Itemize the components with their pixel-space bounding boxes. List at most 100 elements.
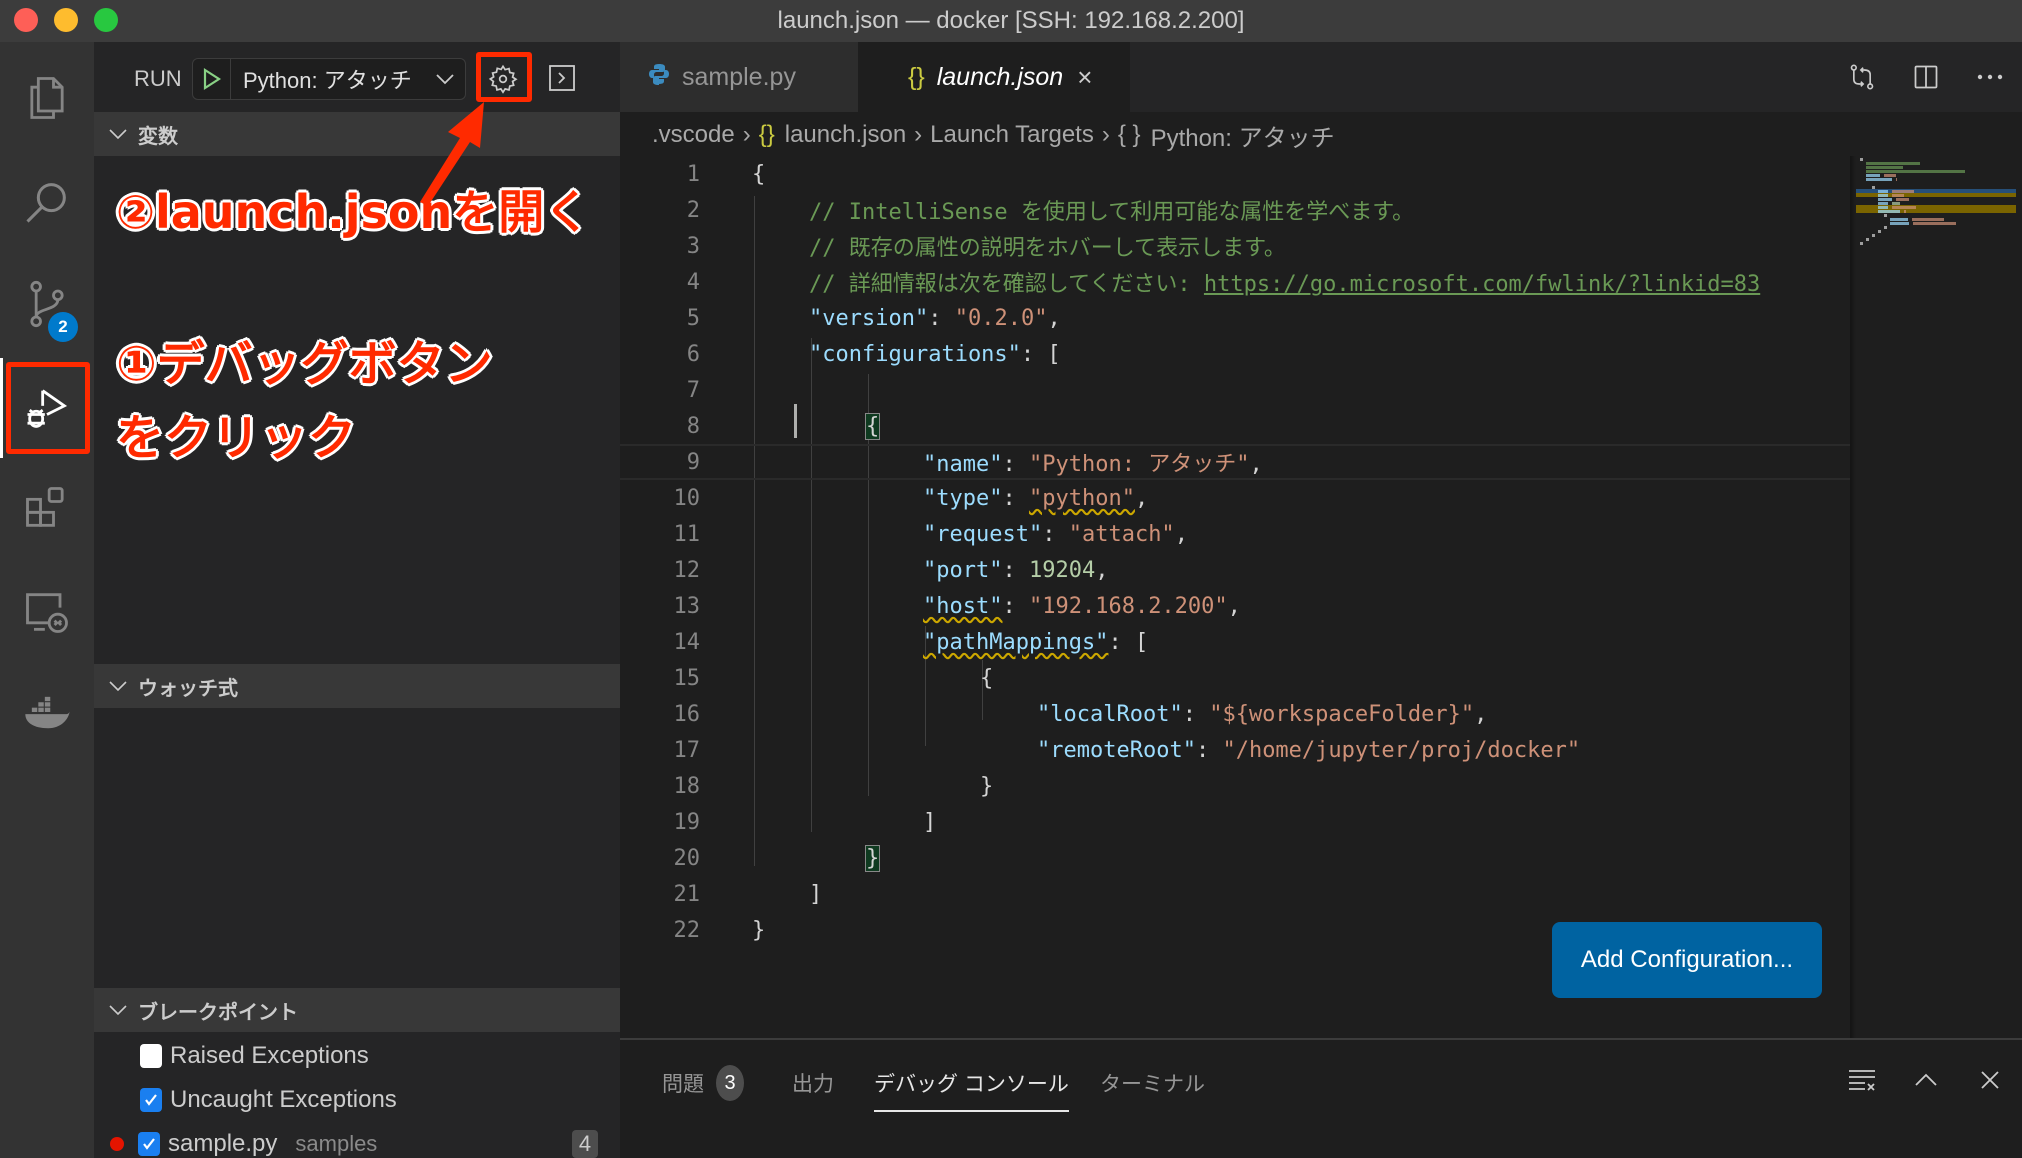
panel-tab-label: 問題	[662, 1073, 704, 1096]
minimap[interactable]	[1856, 156, 2016, 1036]
checkbox-uncaught-exceptions[interactable]	[140, 1088, 162, 1112]
minimap-line	[1878, 230, 1881, 233]
more-actions-button[interactable]	[1958, 42, 2022, 112]
close-panel-button[interactable]	[1958, 1060, 2022, 1100]
activity-explorer[interactable]	[0, 48, 94, 148]
code-line[interactable]: 13 "host": "192.168.2.200",	[620, 588, 1850, 624]
breakpoint-sample-py[interactable]: sample.py samples 4	[94, 1122, 620, 1158]
tab-label: launch.json	[936, 62, 1064, 91]
code-editor[interactable]: 1{2// IntelliSense を使用して利用可能な属性を学べます。 3//…	[620, 156, 1850, 946]
code-line[interactable]: 21]	[620, 876, 1850, 912]
code-line[interactable]: 5 "version": "0.2.0",	[620, 300, 1850, 336]
run-toolbar: RUN Python: アタッチ	[94, 42, 620, 112]
breadcrumb: .vscode › {} launch.json › Launch Target…	[652, 117, 1335, 153]
maximize-panel-button[interactable]	[1894, 1060, 1958, 1100]
panel-tab-debug-console[interactable]: デバッグ コンソール	[874, 1066, 1069, 1112]
code-line[interactable]: 7	[620, 372, 1850, 408]
code-line[interactable]: 9 "name": "Python: アタッチ",	[620, 444, 1850, 480]
checkbox-sample-py[interactable]	[138, 1132, 160, 1156]
activity-source-control[interactable]: 2	[0, 254, 94, 354]
panel-actions	[1830, 1060, 2022, 1100]
python-icon	[648, 63, 670, 92]
code-text: "request": "attach",	[923, 521, 1188, 547]
active-indicator	[0, 358, 3, 458]
config-select[interactable]: Python: アタッチ	[192, 58, 466, 100]
activity-docker[interactable]	[0, 662, 94, 762]
tab-sample-py[interactable]: sample.py	[620, 42, 858, 112]
breakpoint-raised-exceptions[interactable]: Raised Exceptions	[94, 1034, 620, 1078]
activity-search[interactable]	[0, 152, 94, 252]
split-editor-icon	[1914, 65, 1938, 89]
line-number: 13	[673, 593, 701, 619]
line-number: 19	[673, 809, 701, 835]
code-line[interactable]: 20}	[620, 840, 1850, 876]
breakpoint-uncaught-exceptions[interactable]: Uncaught Exceptions	[94, 1078, 620, 1122]
debug-console-button[interactable]	[546, 62, 578, 94]
section-breakpoints[interactable]: ブレークポイント	[94, 988, 620, 1032]
code-line[interactable]: 16 "localRoot": "${workspaceFolder}",	[620, 696, 1850, 732]
checkbox-raised-exceptions[interactable]	[140, 1044, 162, 1068]
chevron-right-icon: ›	[742, 121, 751, 148]
breadcrumb-item[interactable]: Python: アタッチ	[1151, 118, 1335, 153]
code-line[interactable]: 4 // 詳細情報は次を確認してください: https://go.microsof…	[620, 264, 1850, 300]
line-number: 1	[686, 161, 700, 187]
close-tab-button[interactable]: ×	[1077, 62, 1092, 93]
object-icon: { }	[1117, 121, 1141, 148]
start-debugging-button[interactable]	[193, 59, 231, 99]
bottom-panel: 問題 3 出力 デバッグ コンソール ターミナル	[620, 1038, 2022, 1158]
section-watch-label: ウォッチ式	[138, 677, 238, 700]
code-line[interactable]: 15 {	[620, 660, 1850, 696]
tab-launch-json[interactable]: {} launch.json ×	[858, 42, 1130, 112]
code-line[interactable]: 17 "remoteRoot": "/home/jupyter/proj/dock…	[620, 732, 1850, 768]
code-line[interactable]: 10 "type": "python",	[620, 480, 1850, 516]
clear-console-button[interactable]	[1830, 1060, 1894, 1100]
open-changes-button[interactable]	[1830, 42, 1894, 112]
run-label: RUN	[134, 66, 182, 91]
breakpoint-file: sample.py	[168, 1130, 278, 1157]
code-text: "name": "Python: アタッチ",	[923, 452, 1263, 477]
breadcrumb-item[interactable]: .vscode	[652, 121, 735, 149]
activity-remote-explorer[interactable]	[0, 562, 94, 662]
editor-tabbar: sample.py {} launch.json ×	[620, 42, 2022, 112]
code-text: "type": "python",	[923, 485, 1149, 511]
breadcrumb-item[interactable]: launch.json	[785, 121, 906, 149]
code-line[interactable]: 2 // IntelliSense を使用して利用可能な属性を学べます。	[620, 192, 1850, 228]
chevron-down-icon	[98, 128, 138, 140]
code-text: "host": "192.168.2.200",	[923, 593, 1241, 619]
code-line[interactable]: 11 "request": "attach",	[620, 516, 1850, 552]
code-line[interactable]: 3 // 既存の属性の説明をホバーして表示します。	[620, 228, 1850, 264]
search-icon	[26, 183, 66, 223]
line-number: 9	[686, 449, 700, 475]
activity-extensions[interactable]	[0, 458, 94, 558]
code-text: {	[752, 161, 766, 187]
chevron-up-icon	[1915, 1073, 1937, 1086]
panel-tab-problems[interactable]: 問題 3	[662, 1065, 744, 1101]
code-line[interactable]: 6 "configurations": [	[620, 336, 1850, 372]
line-number: 17	[673, 737, 701, 763]
section-variables[interactable]: 変数	[94, 112, 620, 156]
compare-changes-icon	[1850, 64, 1874, 90]
title-bar: launch.json — docker [SSH: 192.168.2.200…	[0, 0, 2022, 42]
minimap-line	[1913, 222, 1957, 225]
panel-tab-terminal[interactable]: ターミナル	[1100, 1066, 1205, 1100]
json-icon: {}	[758, 121, 775, 148]
line-number: 10	[673, 485, 701, 511]
line-number: 2	[686, 197, 700, 223]
panel-tab-output[interactable]: 出力	[792, 1066, 834, 1100]
minimap-line	[1890, 222, 1910, 225]
code-line[interactable]: 14 "pathMappings": [	[620, 624, 1850, 660]
code-line[interactable]: 1{	[620, 156, 1850, 192]
section-watch[interactable]: ウォッチ式	[94, 664, 620, 708]
breakpoint-path: samples	[295, 1131, 378, 1156]
panel-tab-label: デバッグ コンソール	[874, 1073, 1069, 1096]
section-breakpoints-label: ブレークポイント	[138, 1001, 298, 1024]
code-line[interactable]: 12 "port": 19204,	[620, 552, 1850, 588]
annotation-step1-line1: ①デバッグボタン	[116, 336, 493, 392]
code-line[interactable]: 19]	[620, 804, 1850, 840]
minimap-line	[1890, 218, 1908, 221]
code-line[interactable]: 18}	[620, 768, 1850, 804]
split-editor-button[interactable]	[1894, 42, 1958, 112]
add-configuration-button[interactable]: Add Configuration...	[1552, 922, 1822, 998]
breadcrumb-item[interactable]: Launch Targets	[930, 121, 1094, 149]
code-line[interactable]: 8{	[620, 408, 1850, 444]
